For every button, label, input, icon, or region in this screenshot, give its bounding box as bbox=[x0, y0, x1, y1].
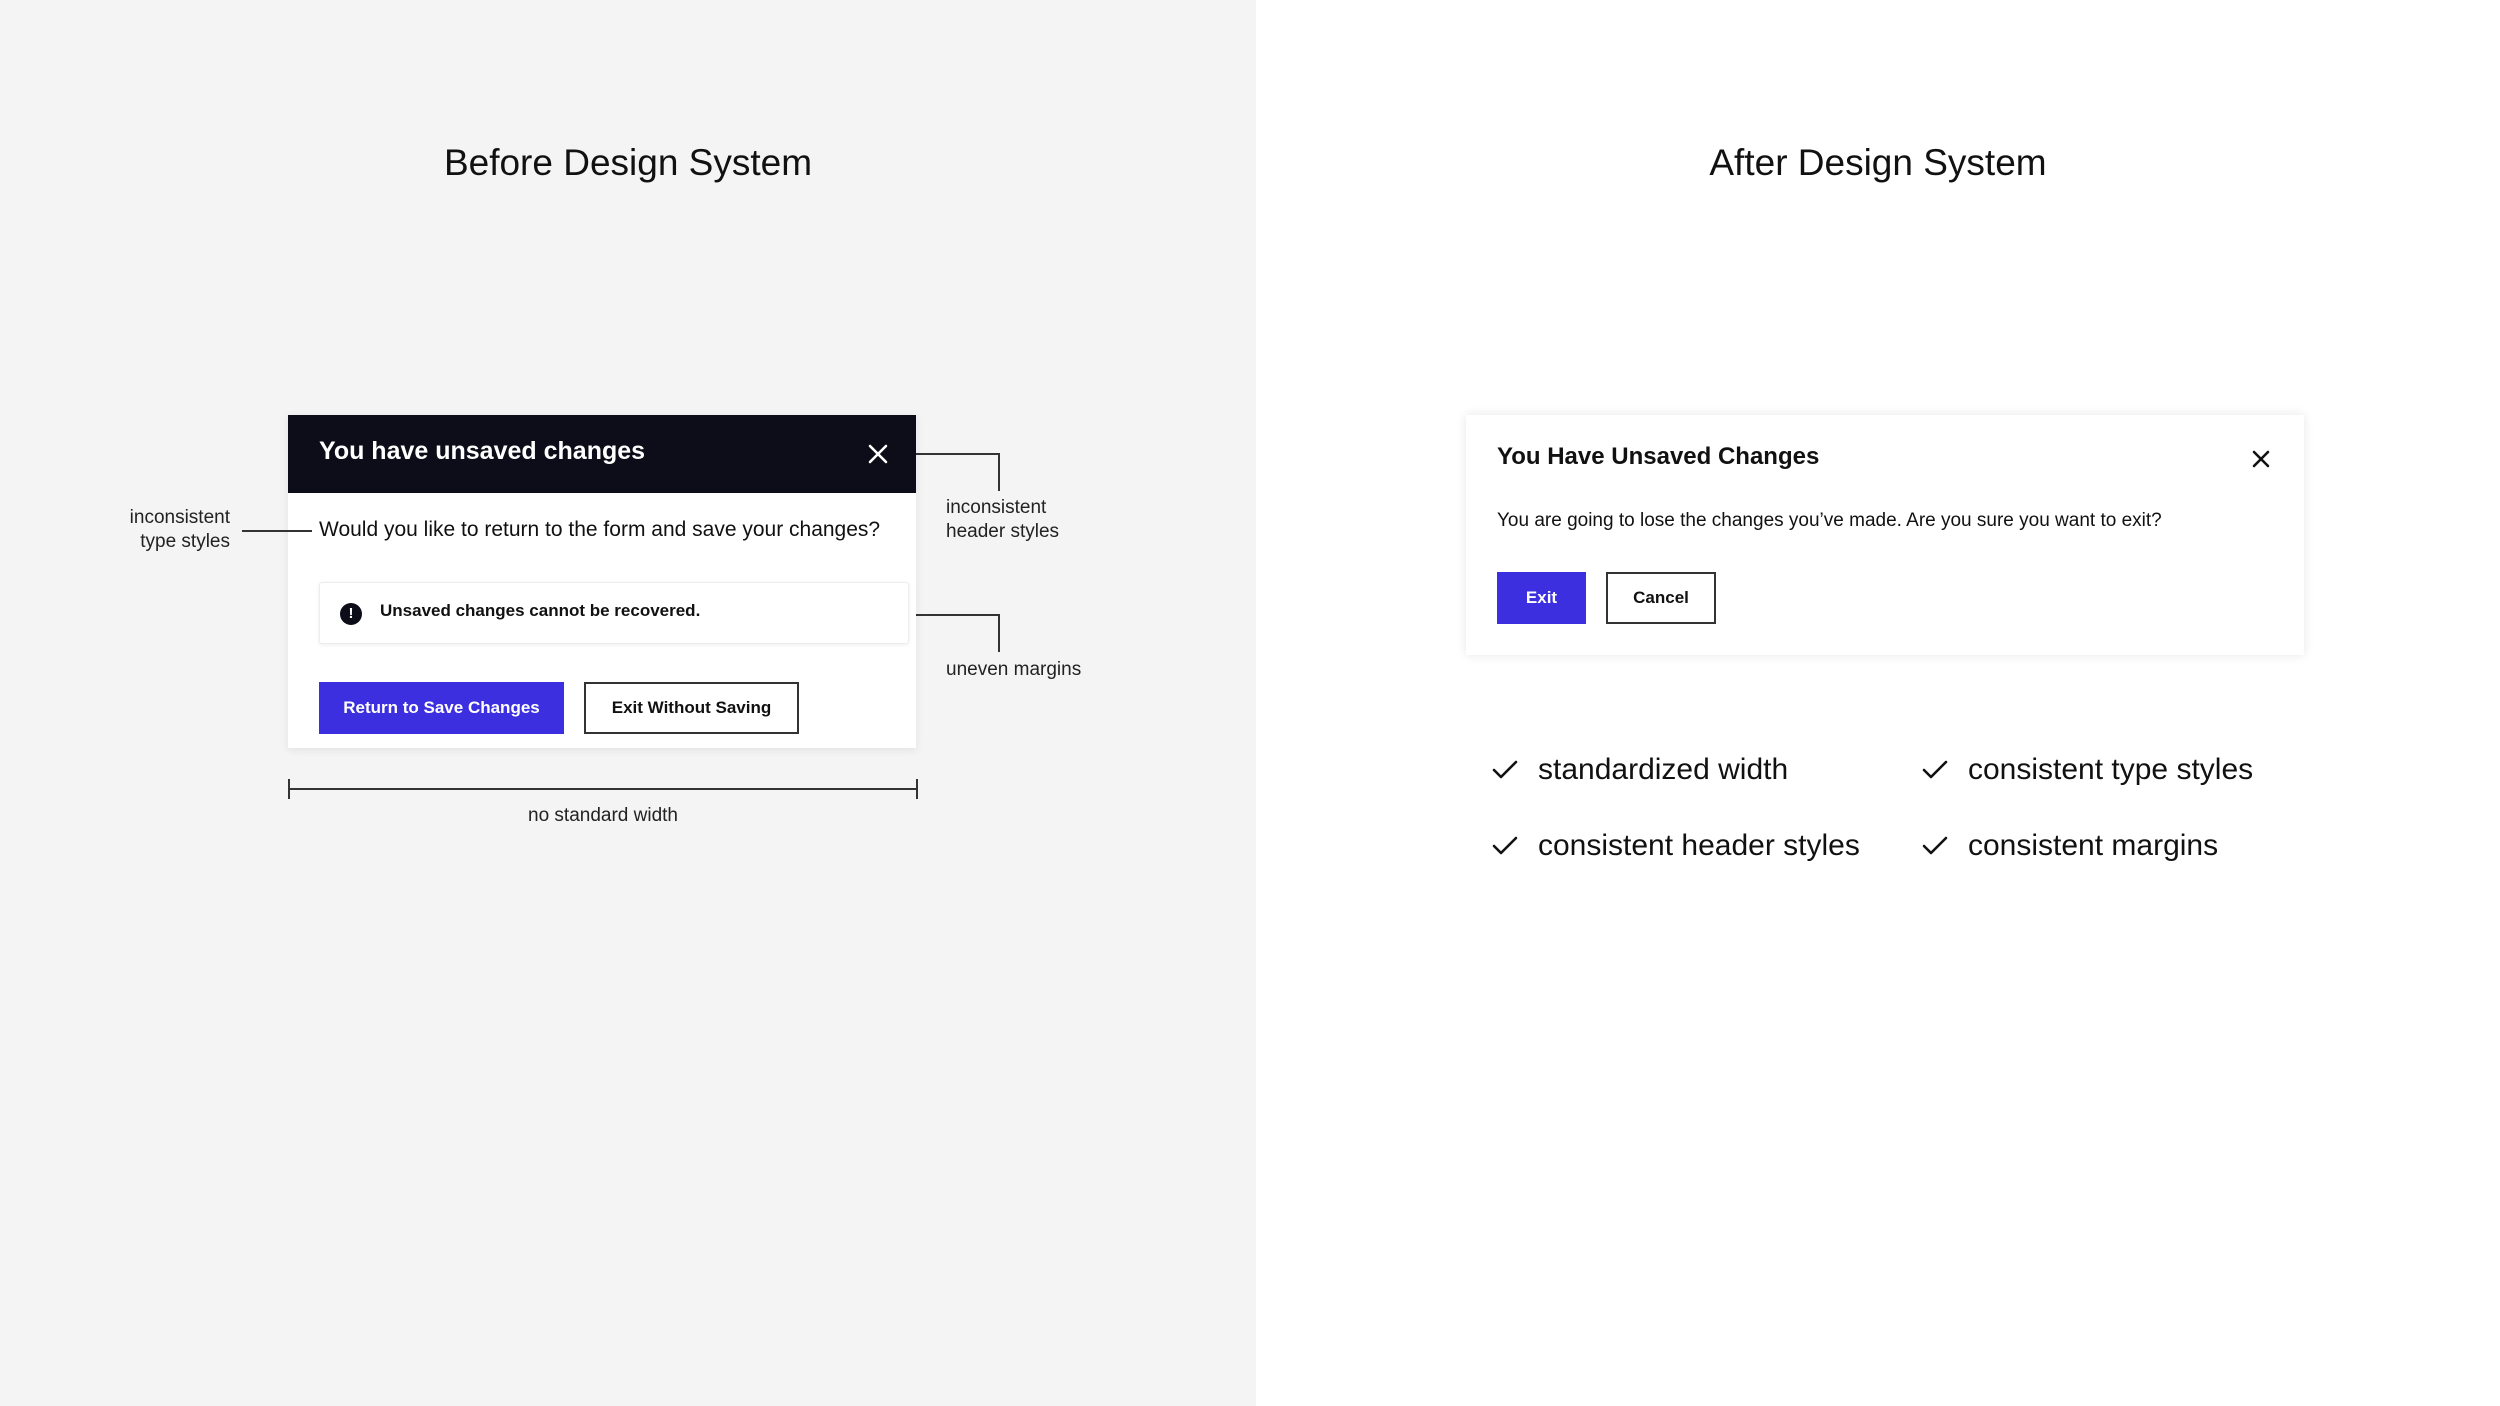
checklist-item: consistent header styles bbox=[1492, 826, 1860, 866]
after-dialog: You Have Unsaved Changes You are going t… bbox=[1466, 415, 2304, 655]
annotation-type-styles-line2: type styles bbox=[140, 531, 230, 552]
before-alert-text: Unsaved changes cannot be recovered. bbox=[380, 601, 701, 620]
checklist-label: consistent type styles bbox=[1968, 753, 2254, 786]
checklist-label: consistent margins bbox=[1968, 829, 2219, 862]
annotation-margins-leader-v bbox=[998, 614, 1000, 652]
annotation-type-styles: inconsistent type styles bbox=[110, 506, 230, 554]
checklist-item: consistent margins bbox=[1922, 826, 2218, 866]
checklist-label: standardized width bbox=[1538, 753, 1789, 786]
before-dialog: You have unsaved changes Would you like … bbox=[288, 415, 916, 748]
before-dialog-title: You have unsaved changes bbox=[319, 437, 646, 465]
after-dialog-body: You are going to lose the changes you’ve… bbox=[1497, 510, 2162, 531]
after-panel: After Design System bbox=[1256, 0, 2500, 1406]
before-dialog-header: You have unsaved changes bbox=[288, 415, 916, 493]
close-icon[interactable] bbox=[866, 442, 890, 466]
after-dialog-title: You Have Unsaved Changes bbox=[1497, 443, 1820, 470]
exit-button[interactable]: Exit bbox=[1497, 572, 1586, 624]
check-icon bbox=[1492, 836, 1518, 855]
annotation-header-leader-h bbox=[916, 453, 1000, 455]
exclamation-circle-icon: ! bbox=[340, 603, 362, 625]
annotation-header-leader-v bbox=[998, 453, 1000, 491]
annotation-type-styles-leader bbox=[242, 530, 312, 532]
before-panel: Before Design System You have unsaved ch… bbox=[0, 0, 1256, 1406]
after-title: After Design System bbox=[1709, 142, 2047, 183]
checklist-item: standardized width bbox=[1492, 750, 1788, 790]
check-icon bbox=[1922, 760, 1948, 779]
width-dimension-tick-left bbox=[288, 779, 290, 799]
check-icon bbox=[1492, 760, 1518, 779]
annotation-margins: uneven margins bbox=[946, 659, 1082, 680]
before-dialog-question: Would you like to return to the form and… bbox=[319, 518, 881, 541]
annotation-header-styles: inconsistent header styles bbox=[946, 496, 1146, 544]
before-alert: ! Unsaved changes cannot be recovered. bbox=[319, 582, 909, 644]
checklist-item: consistent type styles bbox=[1922, 750, 2253, 790]
width-dimension-line bbox=[288, 788, 918, 790]
annotation-margins-leader-h bbox=[916, 614, 1000, 616]
close-icon[interactable] bbox=[2250, 448, 2272, 470]
return-to-save-button[interactable]: Return to Save Changes bbox=[319, 682, 564, 734]
annotation-type-styles-line1: inconsistent bbox=[129, 507, 230, 528]
annotation-header-styles-line2: header styles bbox=[946, 521, 1060, 542]
width-dimension-tick-right bbox=[916, 779, 918, 799]
annotation-header-styles-line1: inconsistent bbox=[946, 497, 1047, 518]
checklist-label: consistent header styles bbox=[1538, 829, 1860, 862]
cancel-button[interactable]: Cancel bbox=[1606, 572, 1716, 624]
before-title: Before Design System bbox=[443, 142, 813, 183]
check-icon bbox=[1922, 836, 1948, 855]
exit-without-saving-button[interactable]: Exit Without Saving bbox=[584, 682, 799, 734]
annotation-width: no standard width bbox=[528, 805, 678, 826]
